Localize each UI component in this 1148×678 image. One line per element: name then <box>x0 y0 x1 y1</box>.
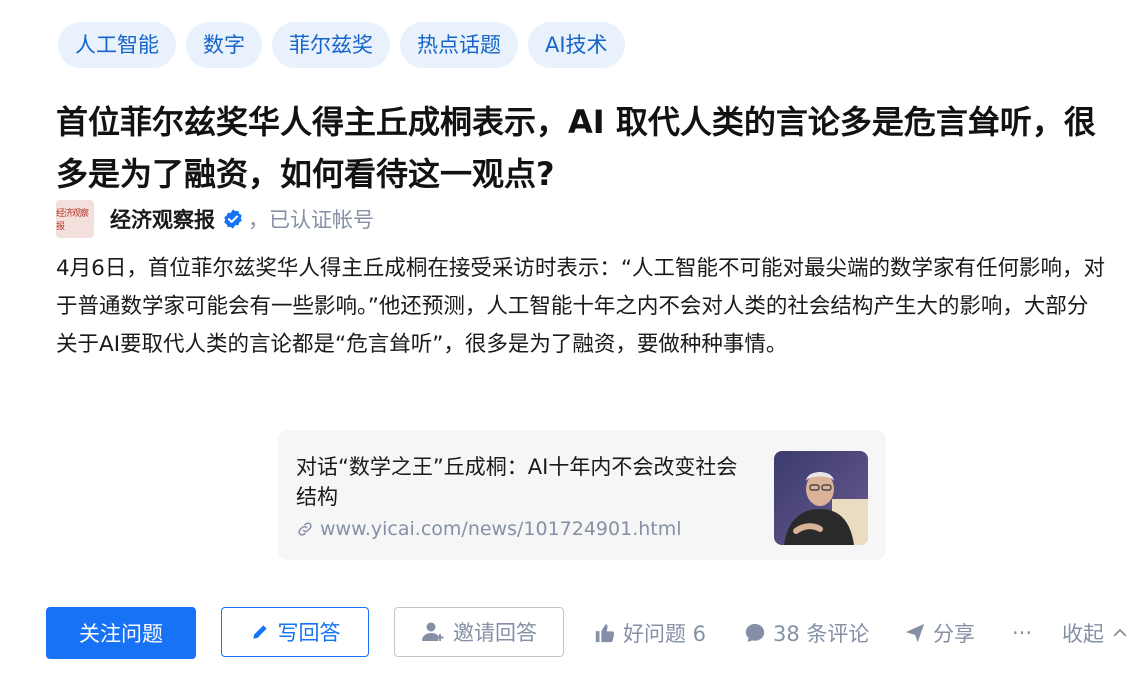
question-description: 4月6日，首位菲尔兹奖华人得主丘成桐在接受采访时表示：“人工智能不可能对最尖端的… <box>56 256 1106 357</box>
collapse-button[interactable]: 收起 <box>1062 607 1129 659</box>
link-card-thumbnail <box>774 451 868 545</box>
comments-button[interactable]: 38 条评论 <box>744 607 869 659</box>
question-actions: 关注问题 写回答 邀请回答 好问题 6 38 条评论 分享 ··· 收起 <box>46 607 1146 659</box>
comment-icon <box>745 623 765 643</box>
topic-tag[interactable]: AI技术 <box>528 22 625 68</box>
link-icon <box>298 522 312 536</box>
share-button[interactable]: 分享 <box>904 607 975 659</box>
question-title[interactable]: 首位菲尔兹奖华人得主丘成桐表示，AI 取代人类的言论多是危言耸听，很多是为了融资… <box>56 96 1096 200</box>
thumbs-up-icon <box>595 624 615 643</box>
author-info: 经济观察报 经济观察报 ，已认证帐号 <box>56 199 374 239</box>
author-name[interactable]: 经济观察报 <box>110 204 215 234</box>
invite-answer-button[interactable]: 邀请回答 <box>394 607 564 657</box>
share-icon <box>905 623 925 643</box>
topic-tags: 人工智能 数字 菲尔兹奖 热点话题 AI技术 <box>58 22 625 68</box>
verified-badge-icon <box>224 209 242 229</box>
add-user-icon <box>422 622 444 641</box>
chevron-up-icon <box>1113 629 1127 637</box>
topic-tag[interactable]: 菲尔兹奖 <box>272 22 390 68</box>
topic-tag[interactable]: 数字 <box>186 22 262 68</box>
good-question-button[interactable]: 好问题 6 <box>594 607 706 659</box>
author-avatar[interactable]: 经济观察报 <box>56 200 94 238</box>
link-card-url: www.yicai.com/news/101724901.html <box>296 518 682 540</box>
link-card-title: 对话“数学之王”丘成桐：AI十年内不会改变社会结构 <box>296 455 738 509</box>
pencil-icon <box>252 625 267 639</box>
write-answer-button[interactable]: 写回答 <box>221 607 369 657</box>
certified-label: ，已认证帐号 <box>248 208 374 232</box>
link-card[interactable]: 对话“数学之王”丘成桐：AI十年内不会改变社会结构 www.yicai.com/… <box>278 430 886 560</box>
topic-tag[interactable]: 人工智能 <box>58 22 176 68</box>
more-options-button[interactable]: ··· <box>1012 607 1032 659</box>
topic-tag[interactable]: 热点话题 <box>400 22 518 68</box>
follow-question-button[interactable]: 关注问题 <box>46 607 196 659</box>
